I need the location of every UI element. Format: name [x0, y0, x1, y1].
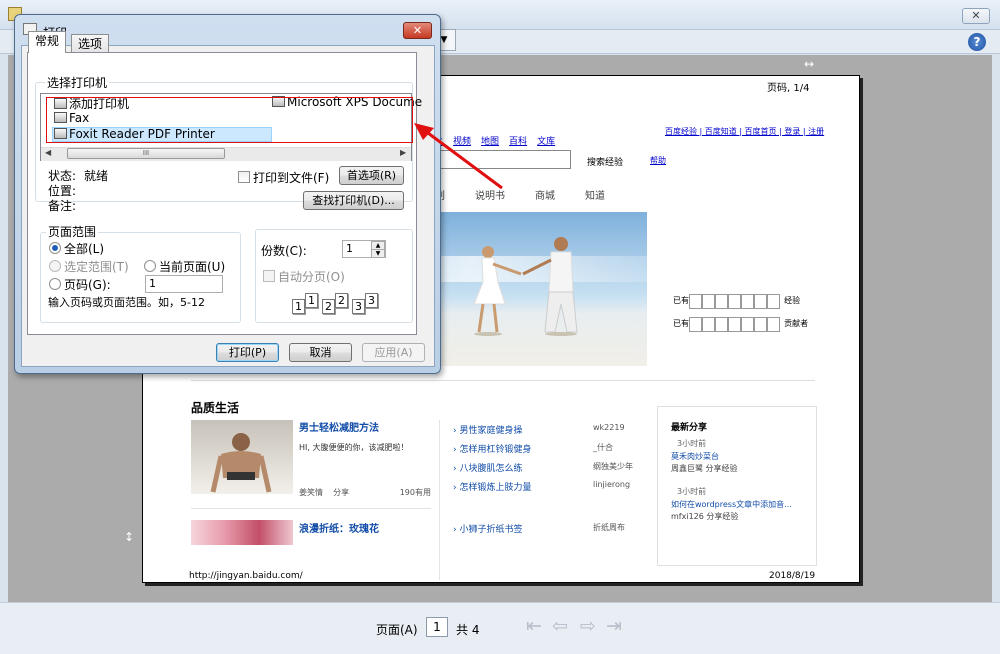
page-number-input[interactable]: 1: [426, 617, 448, 637]
range-pages-label: 页码(G):: [64, 278, 111, 292]
scroll-left-icon[interactable]: ◀: [45, 148, 51, 157]
preview-close-button[interactable]: ✕: [962, 8, 990, 24]
paper-rose-photo: [191, 520, 293, 545]
list-item: › 小狮子折纸书签 折纸周布: [453, 523, 625, 535]
page-search-help: 帮助: [650, 156, 666, 165]
sidebar-user: 周鑫巨鹭 分享经验: [671, 464, 738, 473]
range-hint: 输入页码或页面范围。如，5-12: [48, 296, 205, 309]
digit-box: [754, 317, 767, 332]
range-selection-label: 选定范围(T): [64, 260, 129, 274]
category-item: 商城: [535, 191, 555, 202]
category-item: 知道: [585, 191, 605, 202]
digit-box: [767, 317, 780, 332]
last-page-icon[interactable]: ⇥: [602, 614, 626, 638]
collate-page-icon: 1: [292, 299, 305, 314]
digit-box: [741, 317, 754, 332]
status-value: 就绪: [84, 169, 109, 183]
annotation-arrow-icon: [414, 123, 503, 190]
cancel-button[interactable]: 取消: [289, 343, 352, 362]
digit-box: [715, 317, 728, 332]
tab-general[interactable]: 常规: [28, 31, 67, 53]
digit-box: [702, 317, 715, 332]
select-printer-title: 选择打印机: [45, 74, 110, 91]
top-links: 百度经验 | 百度知道 | 百度首页 | 登录 | 注册: [665, 127, 825, 136]
digit-box: [767, 294, 780, 309]
sidebar-link: 如何在wordpress文章中添加音...: [671, 500, 792, 509]
sidebar-title: 最新分享: [671, 423, 708, 433]
spin-down-icon[interactable]: ▼: [371, 249, 385, 258]
section-title: 品质生活: [191, 401, 240, 415]
dialog-close-button[interactable]: ✕: [403, 22, 432, 39]
annotation-box: [46, 97, 413, 143]
digit-box: [754, 294, 767, 309]
first-page-icon[interactable]: ⇤: [522, 614, 546, 638]
sidebar-time: 3小时前: [677, 439, 707, 448]
range-selection-radio[interactable]: [49, 260, 61, 272]
article-meta: 姜笑情 分享 190有用: [299, 488, 431, 497]
print-to-file-checkbox[interactable]: [238, 171, 250, 183]
margin-handle-icon[interactable]: ↕: [124, 530, 134, 544]
page-label: 页面(A): [376, 623, 418, 637]
divider: [191, 380, 815, 381]
list-item: › 怎样锻炼上肢力量 linjierong: [453, 480, 631, 493]
digit-box: [702, 294, 715, 309]
comment-label: 备注:: [48, 199, 77, 213]
page-range-title: 页面范围: [46, 223, 99, 240]
collate-checkbox[interactable]: [263, 270, 275, 282]
list-item: › 八块腹肌怎么练 纲独美少年: [453, 462, 633, 474]
preview-status-bar: [0, 602, 1000, 654]
article-title: 男士轻松减肥方法: [299, 423, 379, 434]
sidebar-user: mfxi126 分享经验: [671, 512, 739, 521]
list-item: › 怎样用杠铃锻健身 _什合: [453, 443, 613, 455]
range-pages-radio[interactable]: [49, 278, 61, 290]
nav-link: 百科: [509, 137, 528, 147]
collate-page-icon: 3: [365, 293, 378, 308]
page-number: 页码, 1/4: [767, 83, 810, 94]
digit-box: [741, 294, 754, 309]
scroll-right-icon[interactable]: ▶: [400, 148, 406, 157]
tab-options[interactable]: 选项: [71, 34, 110, 52]
list-item: › 男性家庭健身操 wk2219: [453, 423, 625, 436]
man-pushup-photo: [191, 420, 293, 494]
digit-box: [689, 317, 702, 332]
page-range-input[interactable]: 1: [145, 275, 223, 293]
nav-link: 文库: [537, 137, 556, 147]
print-to-file-label: 打印到文件(F): [253, 171, 330, 185]
print-button[interactable]: 打印(P): [216, 343, 279, 362]
prev-page-icon[interactable]: ⇦: [548, 614, 572, 638]
page-url: http://jingyan.baidu.com/: [189, 571, 303, 581]
preferences-button[interactable]: 首选项(R): [339, 166, 404, 185]
divider: [191, 508, 431, 509]
collate-page-icon: 2: [322, 299, 335, 314]
range-all-radio[interactable]: [49, 242, 61, 254]
page-search-button: 搜索经验: [587, 158, 624, 168]
collate-page-icon: 2: [335, 293, 348, 308]
range-current-radio[interactable]: [144, 260, 156, 272]
sidebar-link: 莫禾肉炒菜台: [671, 452, 719, 461]
apply-button[interactable]: 应用(A): [362, 343, 425, 362]
article-title: 浪漫折纸：玫瑰花: [299, 524, 379, 535]
range-all-label: 全部(L): [64, 242, 105, 256]
margin-handle-icon[interactable]: ↔: [804, 57, 814, 71]
help-icon[interactable]: ?: [968, 33, 986, 51]
page-total: 共 4: [456, 623, 480, 637]
copies-label: 份数(C):: [261, 244, 307, 258]
collate-label: 自动分页(O): [278, 270, 345, 284]
find-printer-button[interactable]: 查找打印机(D)...: [303, 191, 404, 210]
page-date: 2018/8/19: [769, 571, 816, 581]
collate-page-icon: 3: [352, 299, 365, 314]
collate-page-icon: 1: [305, 293, 318, 308]
scrollbar-thumb[interactable]: III: [67, 148, 225, 159]
article-description: HI, 大腹便便的你，该减肥啦！: [299, 443, 409, 452]
digit-box: [715, 294, 728, 309]
next-page-icon[interactable]: ⇨: [576, 614, 600, 638]
sidebar-time: 3小时前: [677, 487, 707, 496]
digit-box: [689, 294, 702, 309]
digit-box: [728, 294, 741, 309]
divider: [439, 420, 440, 580]
digit-box: [728, 317, 741, 332]
range-current-label: 当前页面(U): [159, 260, 226, 274]
